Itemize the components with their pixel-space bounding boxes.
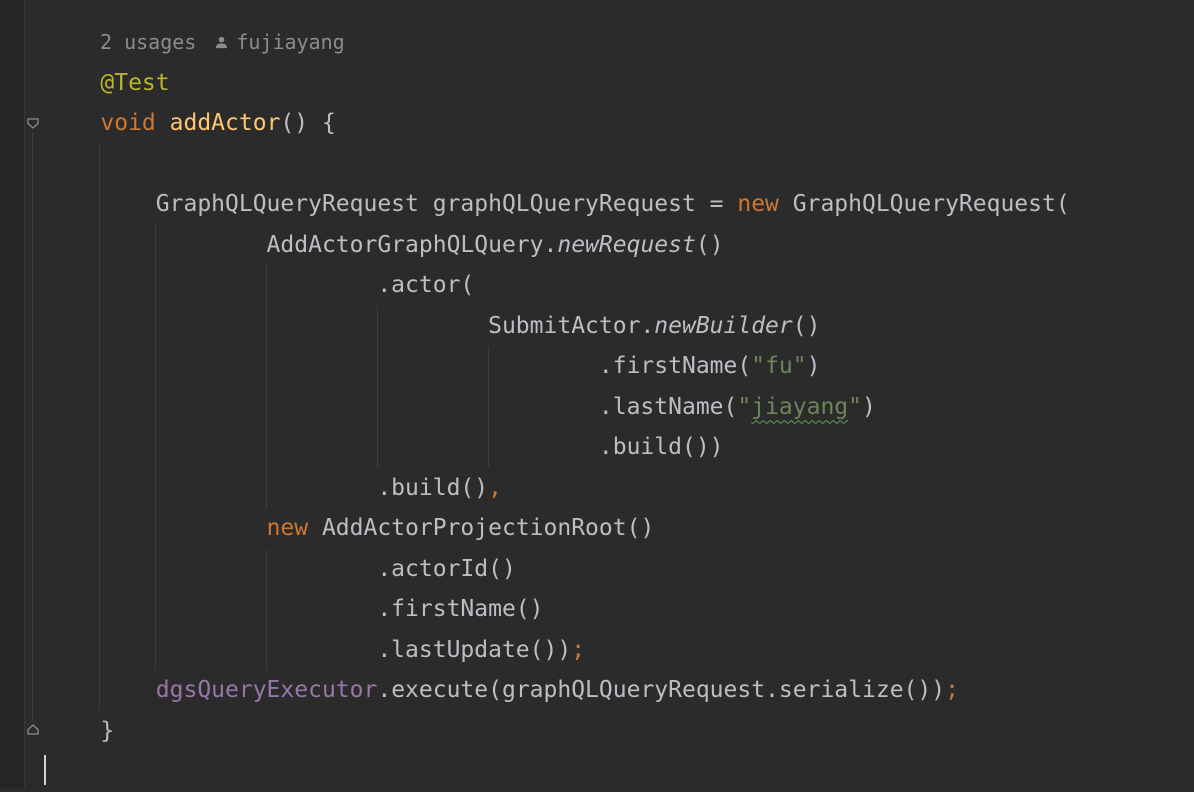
inlay-hints-line: 2 usages fujiayang bbox=[45, 22, 1194, 63]
code-token: .lastName( bbox=[45, 394, 737, 420]
code-token: dgsQueryExecutor bbox=[156, 677, 378, 703]
code-token: GraphQLQueryRequest( bbox=[779, 191, 1070, 217]
code-line[interactable]: .actorId() bbox=[45, 549, 1194, 590]
code-token: .actorId() bbox=[45, 556, 516, 582]
code-token: ) bbox=[862, 394, 876, 420]
code-token: ; bbox=[571, 637, 585, 663]
code-token: " bbox=[848, 394, 862, 420]
code-token: ) bbox=[807, 353, 821, 379]
code-token: () { bbox=[280, 110, 335, 136]
code-token: newRequest bbox=[557, 232, 695, 258]
code-token: jiayang bbox=[751, 394, 848, 420]
code-line[interactable] bbox=[45, 751, 1194, 792]
usages-hint[interactable]: 2 usages bbox=[100, 22, 196, 63]
code-line[interactable]: new AddActorProjectionRoot() bbox=[45, 508, 1194, 549]
code-token: ; bbox=[945, 677, 959, 703]
code-token: () bbox=[696, 232, 724, 258]
code-token: SubmitActor. bbox=[45, 313, 654, 339]
code-editor[interactable]: 2 usages fujiayang @Test void addActor()… bbox=[0, 0, 1194, 788]
code-line[interactable]: @Test bbox=[45, 63, 1194, 104]
code-token: new bbox=[267, 515, 309, 541]
code-token: , bbox=[488, 475, 502, 501]
author-hint[interactable]: fujiayang bbox=[214, 22, 344, 63]
code-area[interactable]: 2 usages fujiayang @Test void addActor()… bbox=[45, 22, 1194, 792]
code-token: @Test bbox=[100, 70, 169, 96]
code-token: .firstName( bbox=[45, 353, 751, 379]
code-line[interactable]: GraphQLQueryRequest graphQLQueryRequest … bbox=[45, 184, 1194, 225]
code-token: AddActorProjectionRoot() bbox=[308, 515, 654, 541]
code-line[interactable]: .build(), bbox=[45, 468, 1194, 509]
code-token bbox=[156, 110, 170, 136]
code-line[interactable]: .firstName() bbox=[45, 589, 1194, 630]
fold-range-line bbox=[32, 133, 33, 721]
editor-gutter bbox=[0, 0, 25, 788]
code-line[interactable] bbox=[45, 144, 1194, 185]
code-token: new bbox=[737, 191, 779, 217]
code-line[interactable]: } bbox=[45, 711, 1194, 752]
code-token: .firstName() bbox=[45, 596, 544, 622]
code-token bbox=[45, 70, 100, 96]
code-line[interactable]: .build()) bbox=[45, 427, 1194, 468]
code-line[interactable]: SubmitActor.newBuilder() bbox=[45, 306, 1194, 347]
code-token: .actor( bbox=[45, 272, 474, 298]
code-token: void bbox=[100, 110, 155, 136]
author-icon bbox=[214, 35, 229, 50]
code-token: .build() bbox=[45, 475, 488, 501]
code-token bbox=[45, 515, 267, 541]
author-name: fujiayang bbox=[236, 22, 344, 63]
code-lines: @Test void addActor() { GraphQLQueryRequ… bbox=[45, 63, 1194, 792]
code-line[interactable]: AddActorGraphQLQuery.newRequest() bbox=[45, 225, 1194, 266]
code-token: .build()) bbox=[45, 434, 724, 460]
code-token: " bbox=[737, 394, 751, 420]
code-token: .lastUpdate()) bbox=[45, 637, 571, 663]
code-token: .execute(graphQLQueryRequest.serialize()… bbox=[377, 677, 945, 703]
code-token: "fu" bbox=[751, 353, 806, 379]
code-token: } bbox=[45, 718, 114, 744]
code-token bbox=[45, 110, 100, 136]
code-token: GraphQLQueryRequest graphQLQueryRequest … bbox=[45, 191, 737, 217]
code-line[interactable]: dgsQueryExecutor.execute(graphQLQueryReq… bbox=[45, 670, 1194, 711]
code-line[interactable]: .lastUpdate()); bbox=[45, 630, 1194, 671]
fold-marker-bottom-icon[interactable] bbox=[25, 722, 41, 738]
fold-marker-top-icon[interactable] bbox=[25, 115, 41, 131]
text-caret bbox=[44, 755, 46, 785]
code-line[interactable]: .lastName("jiayang") bbox=[45, 387, 1194, 428]
code-line[interactable]: .firstName("fu") bbox=[45, 346, 1194, 387]
code-token: newBuilder bbox=[654, 313, 792, 339]
code-token: AddActorGraphQLQuery. bbox=[45, 232, 557, 258]
code-line[interactable]: void addActor() { bbox=[45, 103, 1194, 144]
code-token bbox=[45, 677, 156, 703]
code-token: addActor bbox=[170, 110, 281, 136]
code-token: () bbox=[793, 313, 821, 339]
code-line[interactable]: .actor( bbox=[45, 265, 1194, 306]
